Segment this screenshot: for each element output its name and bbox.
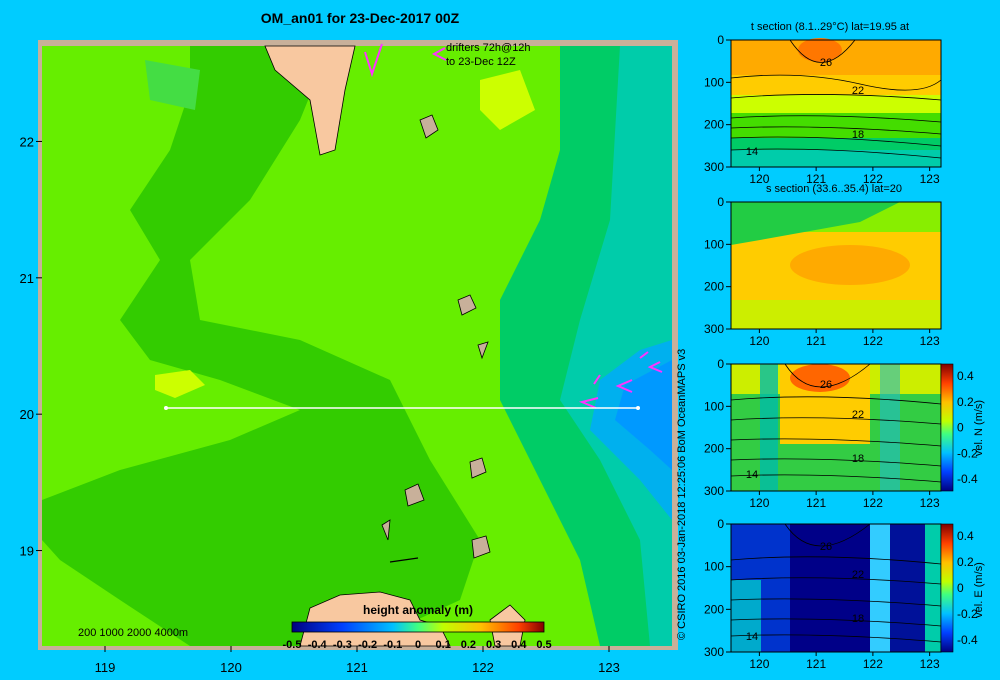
cbar-tick-label: 0.2 [957,555,974,569]
panel-x-tick-label: 122 [863,172,883,186]
panel-x-tick-label: 123 [920,496,940,510]
panel-x-tick-label: 122 [863,334,883,348]
svg-text:26: 26 [820,541,832,553]
panel-y-tick-label: 0 [717,357,724,371]
colorbar-tick-label: -0.4 [308,639,328,651]
cbar-tick-label: -0.4 [957,633,978,647]
figure: drifters 72h@12h to 23-Dec 12Z 200 1000 … [20,21,985,675]
t-section-panel: t section (8.1..29°C) lat=19.95 at 26 22… [730,21,942,168]
colorbar-tick-label: -0.1 [383,639,402,651]
panel-y-tick-label: 100 [704,75,724,89]
vel-e-panel: 26 22 18 14 vel. E (m/s) [730,523,985,653]
s-section-panel: s section (33.6..35.4) lat=20 [730,183,942,330]
panel-y-tick-label: 0 [717,517,724,531]
colorbar-tick-label: 0.3 [486,639,501,651]
colorbar-tick-label: 0 [415,639,421,651]
map-y-tick-label: 22 [20,134,34,149]
drifters-label-2: to 23-Dec 12Z [446,56,516,68]
panel-y-tick-label: 200 [704,602,724,616]
panel-x-tick-label: 121 [806,657,826,671]
panel-x-tick-label: 121 [806,496,826,510]
cbar-tick-label: 0.4 [957,369,974,383]
depth-scale: 200 1000 2000 4000m [78,627,188,639]
panel-y-tick-label: 100 [704,560,724,574]
panel-x-tick-label: 123 [920,172,940,186]
svg-text:22: 22 [852,409,864,421]
svg-text:14: 14 [746,631,758,643]
panel-x-tick-label: 120 [749,496,769,510]
panel-y-tick-label: 200 [704,280,724,294]
colorbar-tick-label: -0.3 [333,639,352,651]
cbar-tick-label: -0.4 [957,472,978,486]
svg-text:26: 26 [820,379,832,391]
svg-text:26: 26 [820,57,832,69]
map-x-tick-label: 121 [346,660,368,675]
map-y-tick-label: 19 [20,544,34,559]
svg-text:14: 14 [746,146,758,158]
panel-x-tick-label: 122 [863,657,883,671]
colorbar-tick-label: -0.2 [358,639,377,651]
map-x-tick-label: 119 [95,660,116,675]
panel-x-tick-label: 120 [749,657,769,671]
panel-y-tick-label: 200 [704,442,724,456]
map-x-tick-label: 120 [220,660,242,675]
colorbar-tick-label: 0.2 [461,639,476,651]
colorbar-tick-label: 0.5 [536,639,551,651]
panel-x-tick-label: 120 [749,334,769,348]
cbar-tick-label: 0 [957,421,964,435]
svg-text:18: 18 [852,613,864,625]
svg-text:14: 14 [746,469,758,481]
svg-text:18: 18 [852,453,864,465]
panel-x-tick-label: 123 [920,657,940,671]
cbar-tick-label: -0.2 [957,607,978,621]
svg-text:18: 18 [852,129,864,141]
panel-x-tick-label: 122 [863,496,883,510]
cbar-tick-label: 0 [957,581,964,595]
map-y-tick-label: 20 [20,407,34,422]
map-y-tick-label: 21 [20,271,34,286]
panel-y-tick-label: 300 [704,484,724,498]
panel-y-tick-label: 200 [704,118,724,132]
panel-x-tick-label: 121 [806,334,826,348]
drifters-label-1: drifters 72h@12h [446,42,531,54]
panel-y-tick-label: 300 [704,322,724,336]
map-x-tick-label: 123 [598,660,620,675]
panel-y-tick-label: 300 [704,645,724,659]
panel-y-tick-label: 300 [704,160,724,174]
panel-x-tick-label: 123 [920,334,940,348]
colorbar-tick-label: 0.1 [436,639,451,651]
colorbar-tick-label: 0.4 [511,639,527,651]
cbar-tick-label: -0.2 [957,446,978,460]
svg-text:22: 22 [852,569,864,581]
main-map: drifters 72h@12h to 23-Dec 12Z 200 1000 … [38,40,678,650]
vel-n-panel: 26 22 18 14 vel. N (m/s) [730,363,985,492]
colorbar-title: height anomaly (m) [363,603,473,617]
panel-y-tick-label: 100 [704,399,724,413]
cbar-tick-label: 0.2 [957,395,974,409]
cbar-tick-label: 0.4 [957,529,974,543]
panel-x-tick-label: 120 [749,172,769,186]
t-section-title: t section (8.1..29°C) lat=19.95 at [751,21,909,33]
panel-y-tick-label: 0 [717,33,724,47]
panel-y-tick-label: 100 [704,237,724,251]
panel-y-tick-label: 0 [717,195,724,209]
panel-x-tick-label: 121 [806,172,826,186]
credit-text: © CSIRO 2016 03-Jan-2018 12:25:06 BoM Oc… [676,348,688,640]
colorbar-tick-label: -0.5 [283,639,302,651]
svg-text:22: 22 [852,85,864,97]
map-x-tick-label: 122 [472,660,494,675]
